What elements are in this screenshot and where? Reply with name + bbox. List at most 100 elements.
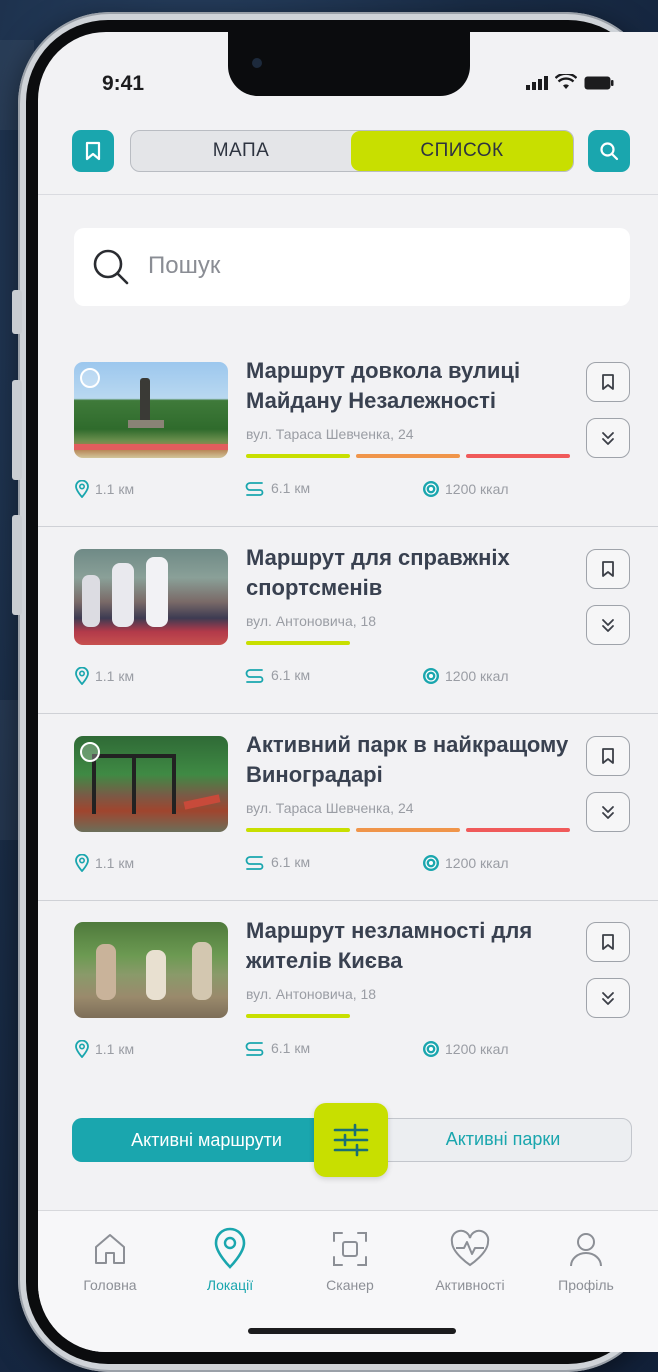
calories-icon [423, 855, 439, 871]
nav-profile[interactable]: Профіль [536, 1225, 636, 1293]
search-icon [93, 249, 129, 285]
sliders-icon [333, 1123, 369, 1157]
nav-activities-label: Активності [435, 1277, 505, 1293]
stat-distance: 1.1 км [74, 480, 134, 498]
distance-value: 1.1 км [95, 668, 135, 684]
nav-locations-label: Локації [206, 1277, 254, 1293]
difficulty-level-3 [466, 828, 570, 832]
nav-scanner[interactable]: Сканер [300, 1225, 400, 1293]
bookmark-icon [602, 748, 614, 764]
difficulty-level-3 [466, 454, 570, 458]
phone-side-button [12, 290, 22, 334]
home-indicator[interactable] [248, 1328, 456, 1334]
route-address: вул. Тараса Шевченка, 24 [246, 426, 414, 442]
stat-length: 6.1 км [244, 854, 310, 870]
route-title: Маршрут для справжніх спортсменів [246, 545, 510, 600]
difficulty-bars [246, 1014, 572, 1018]
route-card[interactable]: Маршрут довкола вулиці Майдану Незалежно… [38, 340, 658, 527]
active-parks-tab[interactable]: Активні парки [373, 1119, 633, 1160]
chevron-double-down-icon [602, 806, 614, 819]
bookmark-icon [602, 934, 614, 950]
status-time: 9:41 [102, 72, 145, 95]
heart-pulse-icon [450, 1229, 490, 1267]
route-title: Маршрут незламності для жителів Києва [246, 918, 533, 973]
stat-calories: 1200 ккал [422, 854, 509, 872]
expand-button[interactable] [586, 792, 630, 832]
status-icons [526, 74, 614, 90]
distance-value: 1.1 км [95, 1041, 135, 1057]
medal-icon [80, 742, 100, 762]
camera-icon [252, 58, 262, 68]
saved-button[interactable] [72, 130, 114, 172]
route-card[interactable]: Активний парк в найкращому Виноградарі в… [38, 714, 658, 901]
length-value: 6.1 км [271, 667, 311, 683]
length-value: 6.1 км [271, 480, 311, 496]
location-pin-icon [75, 1040, 89, 1058]
route-icon [245, 856, 264, 870]
battery-icon [584, 76, 614, 90]
bookmark-button[interactable] [586, 736, 630, 776]
difficulty-bars [246, 454, 572, 458]
search-input[interactable]: Пошук [148, 252, 220, 280]
distance-value: 1.1 км [95, 481, 135, 497]
route-icon [245, 482, 264, 496]
chevron-double-down-icon [602, 992, 614, 1005]
stat-distance: 1.1 км [74, 667, 134, 685]
stat-calories: 1200 ккал [422, 1040, 509, 1058]
tab-list[interactable]: СПИСОК [351, 131, 573, 171]
expand-button[interactable] [586, 978, 630, 1018]
route-address: вул. Антоновича, 18 [246, 613, 377, 629]
expand-button[interactable] [586, 605, 630, 645]
tab-map[interactable]: МАПА [131, 131, 351, 171]
stat-calories: 1200 ккал [422, 667, 509, 685]
bookmark-button[interactable] [586, 362, 630, 402]
app-screen: 9:41 МАПА СПИСОК Пошук Маршрут довкола в… [38, 32, 658, 1352]
nav-home-label: Головна [83, 1277, 137, 1293]
nav-home[interactable]: Головна [60, 1225, 160, 1293]
calories-value: 1200 ккал [445, 1041, 509, 1057]
route-address: вул. Антоновича, 18 [246, 986, 377, 1002]
route-thumbnail [74, 362, 228, 458]
route-card[interactable]: Маршрут для справжніх спортсменів вул. А… [38, 527, 658, 714]
search-icon [600, 142, 619, 161]
wifi-icon [555, 74, 577, 89]
search-button[interactable] [588, 130, 630, 172]
stat-length: 6.1 км [244, 480, 310, 496]
bookmark-button[interactable] [586, 922, 630, 962]
difficulty-bars [246, 641, 572, 645]
location-pin-icon [75, 480, 89, 498]
calories-value: 1200 ккал [445, 855, 509, 871]
calories-icon [423, 481, 439, 497]
route-thumbnail [74, 736, 228, 832]
active-routes-tab[interactable]: Активні маршрути [71, 1117, 342, 1162]
notch [228, 32, 470, 96]
stat-distance: 1.1 км [74, 854, 134, 872]
nav-activities[interactable]: Активності [420, 1225, 520, 1293]
top-bar: МАПА СПИСОК [38, 120, 658, 195]
scanner-icon [333, 1232, 367, 1266]
location-pin-icon [214, 1227, 246, 1269]
route-card[interactable]: Маршрут незламності для жителів Києва ву… [38, 900, 658, 1086]
difficulty-bars [246, 828, 572, 832]
route-title: Маршрут довкола вулиці Майдану Незалежно… [246, 358, 521, 413]
length-value: 6.1 км [271, 854, 311, 870]
stat-calories: 1200 ккал [422, 480, 509, 498]
calories-icon [423, 1041, 439, 1057]
stat-distance: 1.1 км [74, 1040, 134, 1058]
stat-length: 6.1 км [244, 1040, 310, 1056]
search-field[interactable]: Пошук [74, 228, 630, 306]
stat-length: 6.1 км [244, 667, 310, 683]
phone-volume-up [12, 380, 22, 480]
medal-icon [80, 368, 100, 388]
nav-locations[interactable]: Локації [180, 1225, 280, 1293]
bookmark-icon [602, 374, 614, 390]
phone-volume-down [12, 515, 22, 615]
route-title: Активний парк в найкращому Виноградарі [246, 732, 569, 787]
filter-button[interactable] [314, 1103, 388, 1177]
route-thumbnail [74, 922, 228, 1018]
length-value: 6.1 км [271, 1040, 311, 1056]
chevron-double-down-icon [602, 619, 614, 632]
expand-button[interactable] [586, 418, 630, 458]
bookmark-button[interactable] [586, 549, 630, 589]
difficulty-level-1 [246, 1014, 350, 1018]
